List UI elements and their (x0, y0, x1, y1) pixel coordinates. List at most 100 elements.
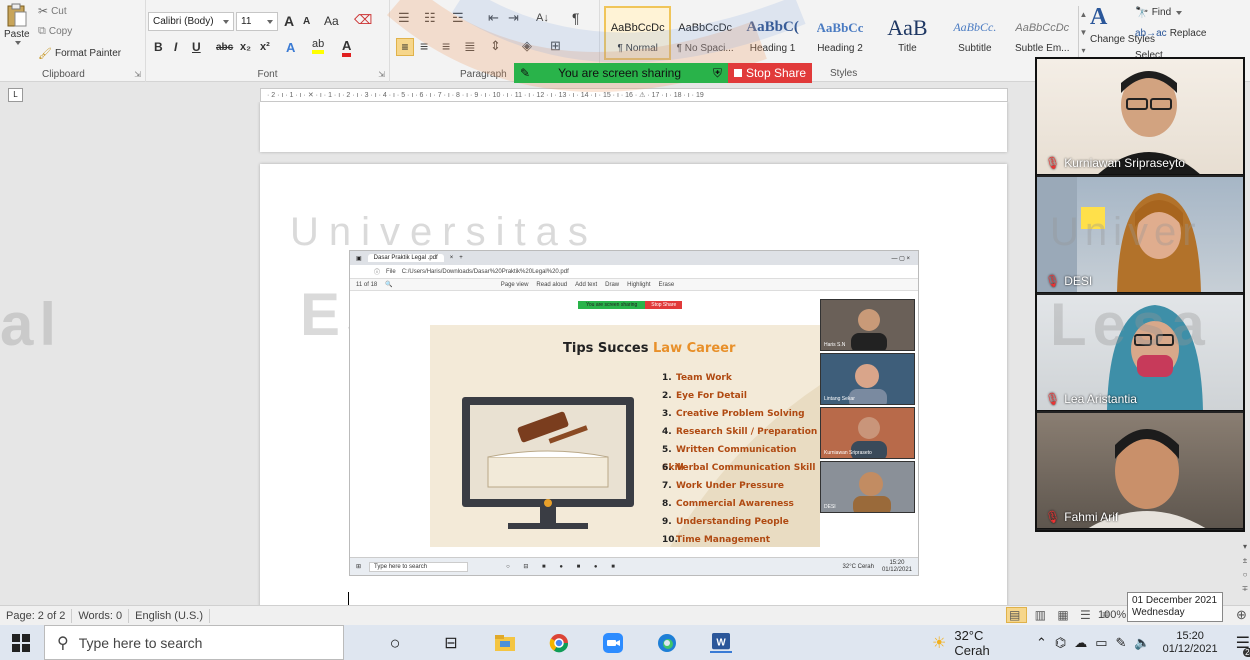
embed-video-name: DESI (824, 504, 836, 510)
shading-icon[interactable]: ◈ (522, 38, 532, 54)
line-spacing-icon[interactable]: ⇕ (490, 38, 501, 54)
superscript-button[interactable]: x² (260, 41, 270, 53)
tip-text: Work Under Pressure (676, 481, 784, 491)
style-subtitle[interactable]: AaBbCc. Subtitle (941, 6, 1008, 60)
taskbar-search-box[interactable]: ⚲ Type here to search (44, 625, 344, 660)
pilcrow-button[interactable]: ¶ (572, 10, 580, 26)
justify-icon[interactable]: ≣ (464, 38, 476, 55)
strikethrough-button[interactable]: abc (216, 42, 233, 53)
paste-label: Paste (4, 29, 30, 40)
style-normal[interactable]: AaBbCcDc ¶ Normal (604, 6, 672, 60)
weather-text[interactable]: 32°C Cerah (954, 628, 1022, 658)
tab-selector[interactable]: L (8, 88, 23, 102)
font-family-select[interactable]: Calibri (Body) (148, 12, 234, 31)
text-effects-icon[interactable]: A (286, 40, 295, 55)
show-hidden-icons[interactable]: ⌃ (1036, 635, 1047, 651)
volume-icon[interactable]: 🔈 (1134, 635, 1150, 651)
zoom-level[interactable]: 100% (1098, 609, 1126, 621)
edge-icon[interactable] (656, 633, 678, 653)
dialog-launcher-icon[interactable]: ⇲ (378, 70, 385, 79)
binoculars-icon: 🔭 (1135, 7, 1149, 19)
bullets-icon[interactable]: ☰ (398, 10, 410, 26)
bold-button[interactable]: B (154, 40, 163, 54)
language[interactable]: English (U.S.) (129, 608, 210, 623)
style-title[interactable]: AaB Title (874, 6, 941, 60)
underline-button[interactable]: U (192, 40, 201, 54)
replace-button[interactable]: ab→ac Replace (1135, 28, 1206, 39)
page-count[interactable]: Page: 2 of 2 (0, 608, 73, 623)
highlight-color-icon[interactable]: ab (312, 38, 325, 54)
style-heading-2[interactable]: AaBbCc Heading 2 (806, 6, 873, 60)
tip-number: 2. (662, 391, 672, 401)
numbering-icon[interactable]: ☷ (424, 10, 436, 26)
zoom-in-icon[interactable]: ⊕ (1236, 607, 1247, 623)
align-right-icon[interactable]: ≡ (442, 38, 450, 54)
task-view-icon[interactable]: ⊟ (440, 633, 462, 653)
windows-start-icon[interactable] (12, 634, 30, 652)
align-left-icon[interactable]: ≡ (396, 38, 414, 56)
style-heading-1[interactable]: AaBbC( Heading 1 (739, 6, 806, 60)
font-size-select[interactable]: 11 (236, 12, 278, 31)
copy-button[interactable]: ⧉ Copy (38, 25, 72, 38)
pin-icon[interactable]: ✎ (520, 66, 530, 80)
weather-icon[interactable]: ☀ (932, 633, 946, 653)
italic-button[interactable]: I (174, 40, 177, 54)
taskbar-search-placeholder: Type here to search (78, 634, 203, 651)
pen-icon[interactable]: ✎ (1116, 635, 1127, 651)
vertical-scrollbar[interactable]: ▾ ± ○ ∓ (1240, 540, 1250, 604)
align-center-icon[interactable]: ≡ (420, 38, 428, 54)
participant-name-row: 🎙 Fahmi Arif (1045, 510, 1118, 524)
cortana-icon[interactable]: ○ (384, 633, 406, 653)
find-label: Find (1151, 7, 1172, 18)
participant-tile[interactable]: 🎙 Kurniawan Sripraseyto (1037, 59, 1243, 175)
clock[interactable]: 15:20 01/12/2021 (1163, 630, 1218, 656)
page-1[interactable] (260, 102, 1007, 152)
dialog-launcher-icon[interactable]: ⇲ (134, 70, 141, 79)
change-case-button[interactable]: Aa (324, 14, 339, 28)
print-layout-icon[interactable]: ▤ (1006, 607, 1028, 623)
tip-item: 8. Commercial Awareness (662, 495, 820, 513)
increase-indent-icon[interactable]: ⇥ (508, 10, 519, 26)
style-preview: AaBbC( (746, 19, 799, 35)
onedrive-icon[interactable]: ☁ (1074, 635, 1087, 651)
grow-font-button[interactable]: A (284, 13, 294, 29)
battery-icon[interactable]: ▭ (1095, 635, 1107, 651)
style-preview: AaBbCcDc (678, 21, 733, 34)
stop-share-button[interactable]: Stop Share (728, 63, 812, 83)
style-subtle-emphasis[interactable]: AaBbCcDc Subtle Em... (1009, 6, 1076, 60)
network-icon[interactable]: ⌬ (1055, 635, 1066, 651)
monitor-gavel-illustration (462, 397, 634, 529)
style-no-spacing[interactable]: AaBbCcDc ¶ No Spaci... (671, 6, 738, 60)
style-name: ¶ No Spaci... (676, 42, 734, 54)
horizontal-ruler[interactable]: · 2 · ı · 1 · ı · ✕ · ı · 1 · ı · 2 · ı … (260, 88, 1008, 102)
sort-button[interactable]: A↓ (536, 12, 549, 24)
embed-close-tab-icon: × (449, 255, 454, 261)
zoom-app-icon[interactable] (602, 633, 624, 653)
font-color-icon[interactable]: A (342, 38, 352, 57)
file-explorer-icon[interactable] (494, 633, 516, 653)
multilevel-list-icon[interactable]: ☲ (452, 10, 464, 26)
decrease-indent-icon[interactable]: ⇤ (488, 10, 499, 26)
paste-button[interactable]: Paste (4, 2, 30, 45)
paste-dropdown-icon[interactable] (14, 41, 21, 45)
format-painter-button[interactable]: 🖌 Format Painter (38, 47, 121, 60)
find-button[interactable]: 🔭 Find (1135, 6, 1183, 19)
word-count[interactable]: Words: 0 (72, 608, 130, 623)
word-icon[interactable]: W (710, 633, 732, 653)
tooltip-date: 01 December 2021 (1132, 595, 1218, 606)
shrink-font-button[interactable]: A (303, 16, 310, 27)
notification-center-icon[interactable]: ☰24 (1236, 633, 1250, 657)
cut-button[interactable]: ✂ Cut (38, 4, 67, 18)
tip-text: Team Work (676, 373, 732, 383)
status-bar: Page: 2 of 2 Words: 0 English (U.S.) ▤ ▥… (0, 605, 1250, 625)
presentation-slide: Tips Succes Law Career 1. Team Work 2. Eye… (430, 325, 820, 547)
participant-tile[interactable]: 🎙 Fahmi Arif (1037, 413, 1243, 529)
participant-tile[interactable]: 🎙 DESI (1037, 177, 1243, 293)
styles-scroll[interactable]: ▲ ▼ ▾ (1078, 6, 1088, 60)
chrome-icon[interactable] (548, 633, 570, 653)
tip-text: Time Management (676, 535, 771, 545)
borders-icon[interactable]: ⊞ (550, 38, 561, 54)
clear-formatting-icon[interactable]: ⌫ (354, 12, 372, 28)
subscript-button[interactable]: x₂ (240, 41, 251, 53)
participant-tile[interactable]: 🎙 Lea Aristantia (1037, 295, 1243, 411)
